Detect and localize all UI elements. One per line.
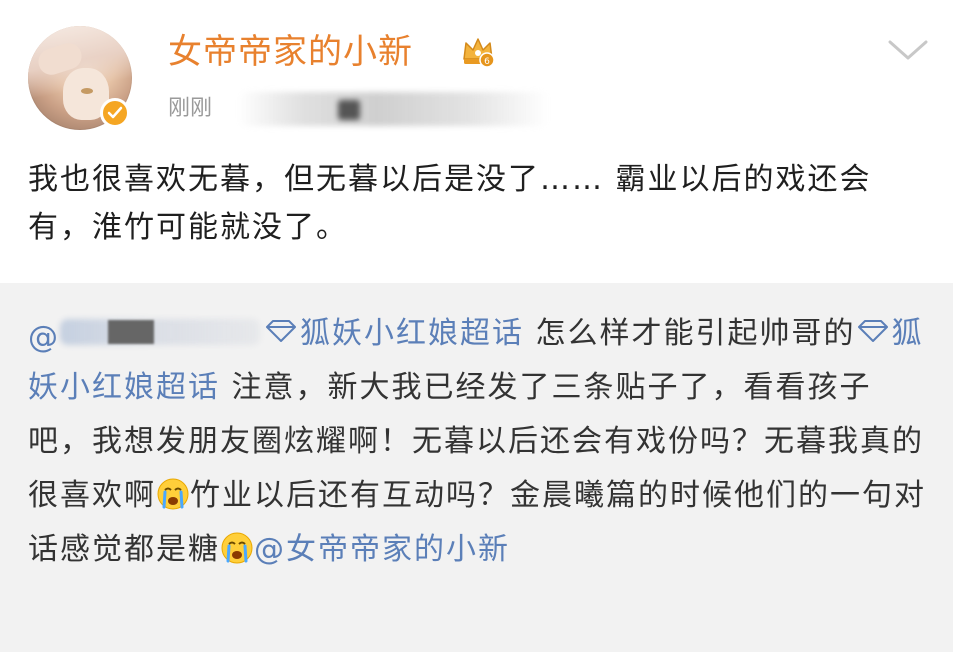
mention-link[interactable]: @女帝帝家的小新 [254, 532, 510, 567]
post-time: 刚刚 [168, 96, 213, 121]
blurred-mention[interactable]: @ [28, 317, 264, 355]
diamond-icon [266, 320, 296, 342]
repost-text: @ 狐妖小红娘超话 怎么样才能引起帅哥的 狐妖小红娘超话 注意，新大我已经发了三条贴… [28, 307, 928, 577]
weibo-post: 女帝帝家的小新 6 刚刚 我也很喜欢无暮，但无暮以后是没了…… 霸业以后的戏还会… [0, 0, 953, 652]
blurred-block [108, 320, 154, 344]
topic-link-1[interactable]: 狐妖小红娘超话 [264, 316, 524, 351]
blurred-smear [60, 319, 260, 345]
repost-text-1: 怎么样才能引起帅哥的 [524, 316, 856, 351]
crying-face-emoji [157, 478, 189, 510]
username[interactable]: 女帝帝家的小新 [168, 30, 413, 74]
blurred-source [238, 92, 548, 126]
diamond-icon [857, 320, 888, 342]
post-text: 我也很喜欢无暮，但无暮以后是没了…… 霸业以后的戏还会有，淮竹可能就没了。 [28, 162, 872, 245]
verified-icon [100, 98, 130, 128]
chevron-down-icon[interactable] [884, 34, 932, 66]
crying-face-emoji [221, 532, 253, 564]
at-sign: @ [28, 320, 60, 355]
blurred-block [338, 100, 360, 120]
avatar-eye [81, 88, 93, 94]
topic-label-1: 狐妖小红娘超话 [300, 316, 524, 351]
repost-block[interactable]: @ 狐妖小红娘超话 怎么样才能引起帅哥的 狐妖小红娘超话 注意，新大我已经发了三条贴… [0, 283, 953, 652]
crown-icon: 6 [463, 38, 495, 68]
svg-text:6: 6 [484, 57, 490, 67]
